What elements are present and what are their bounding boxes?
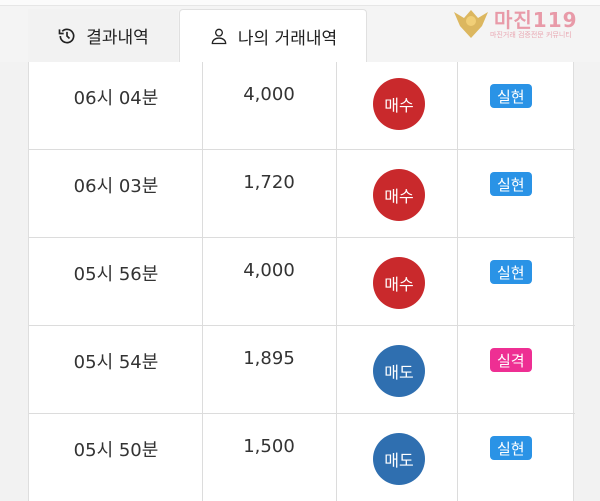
- trade-amount: 1,895: [243, 348, 295, 369]
- column-divider: [457, 62, 458, 501]
- tab-results-label: 결과내역: [86, 28, 149, 48]
- tab-my-trades[interactable]: 나의 거래내역: [179, 9, 367, 62]
- table-row: 05시 50분 1,500 매도 실현: [29, 414, 575, 501]
- result-badge: 실현: [490, 260, 532, 284]
- trade-history-table: 06시 04분 4,000 매수 실현 06시 03분 1,720 매수 실현 …: [28, 62, 575, 501]
- column-divider: [336, 62, 337, 501]
- trade-time: 05시 56분: [73, 264, 159, 285]
- trade-type-badge: 매수: [373, 169, 425, 221]
- page: 결과내역 나의 거래내역 마진119 마진거래 검증전문 커뮤니티 06시 04…: [0, 0, 600, 501]
- trade-time: 06시 03분: [73, 176, 159, 197]
- result-badge: 실현: [490, 172, 532, 196]
- table-row: 05시 56분 4,000 매수 실현: [29, 238, 575, 326]
- tab-my-trades-label: 나의 거래내역: [237, 28, 338, 49]
- trade-type-badge: 매수: [373, 78, 425, 130]
- trade-amount: 4,000: [243, 84, 295, 105]
- trade-time: 05시 50분: [73, 440, 159, 461]
- eagle-emblem-icon: [454, 10, 488, 38]
- table-row: 06시 03분 1,720 매수 실현: [29, 150, 575, 238]
- trade-time: 05시 54분: [73, 352, 159, 373]
- trade-amount: 1,500: [243, 436, 295, 457]
- column-divider: [202, 62, 203, 501]
- table-row: 05시 54분 1,895 매도 실격: [29, 326, 575, 414]
- trade-amount: 1,720: [243, 172, 295, 193]
- logo-title: 마진119: [494, 8, 578, 32]
- result-badge: 실현: [490, 84, 532, 108]
- trade-time: 06시 04분: [73, 88, 159, 109]
- result-badge: 실현: [490, 436, 532, 460]
- logo-subtitle: 마진거래 검증전문 커뮤니티: [490, 31, 572, 39]
- table-row: 06시 04분 4,000 매수 실현: [29, 62, 575, 150]
- result-badge: 실격: [490, 348, 532, 372]
- user-icon: [211, 28, 227, 45]
- site-logo: 마진119 마진거래 검증전문 커뮤니티: [452, 4, 597, 42]
- trade-type-badge: 매수: [373, 257, 425, 309]
- trade-type-badge: 매도: [373, 345, 425, 397]
- trade-type-badge: 매도: [373, 433, 425, 485]
- history-icon: [58, 28, 75, 44]
- tab-results[interactable]: 결과내역: [28, 9, 178, 62]
- trade-amount: 4,000: [243, 260, 295, 281]
